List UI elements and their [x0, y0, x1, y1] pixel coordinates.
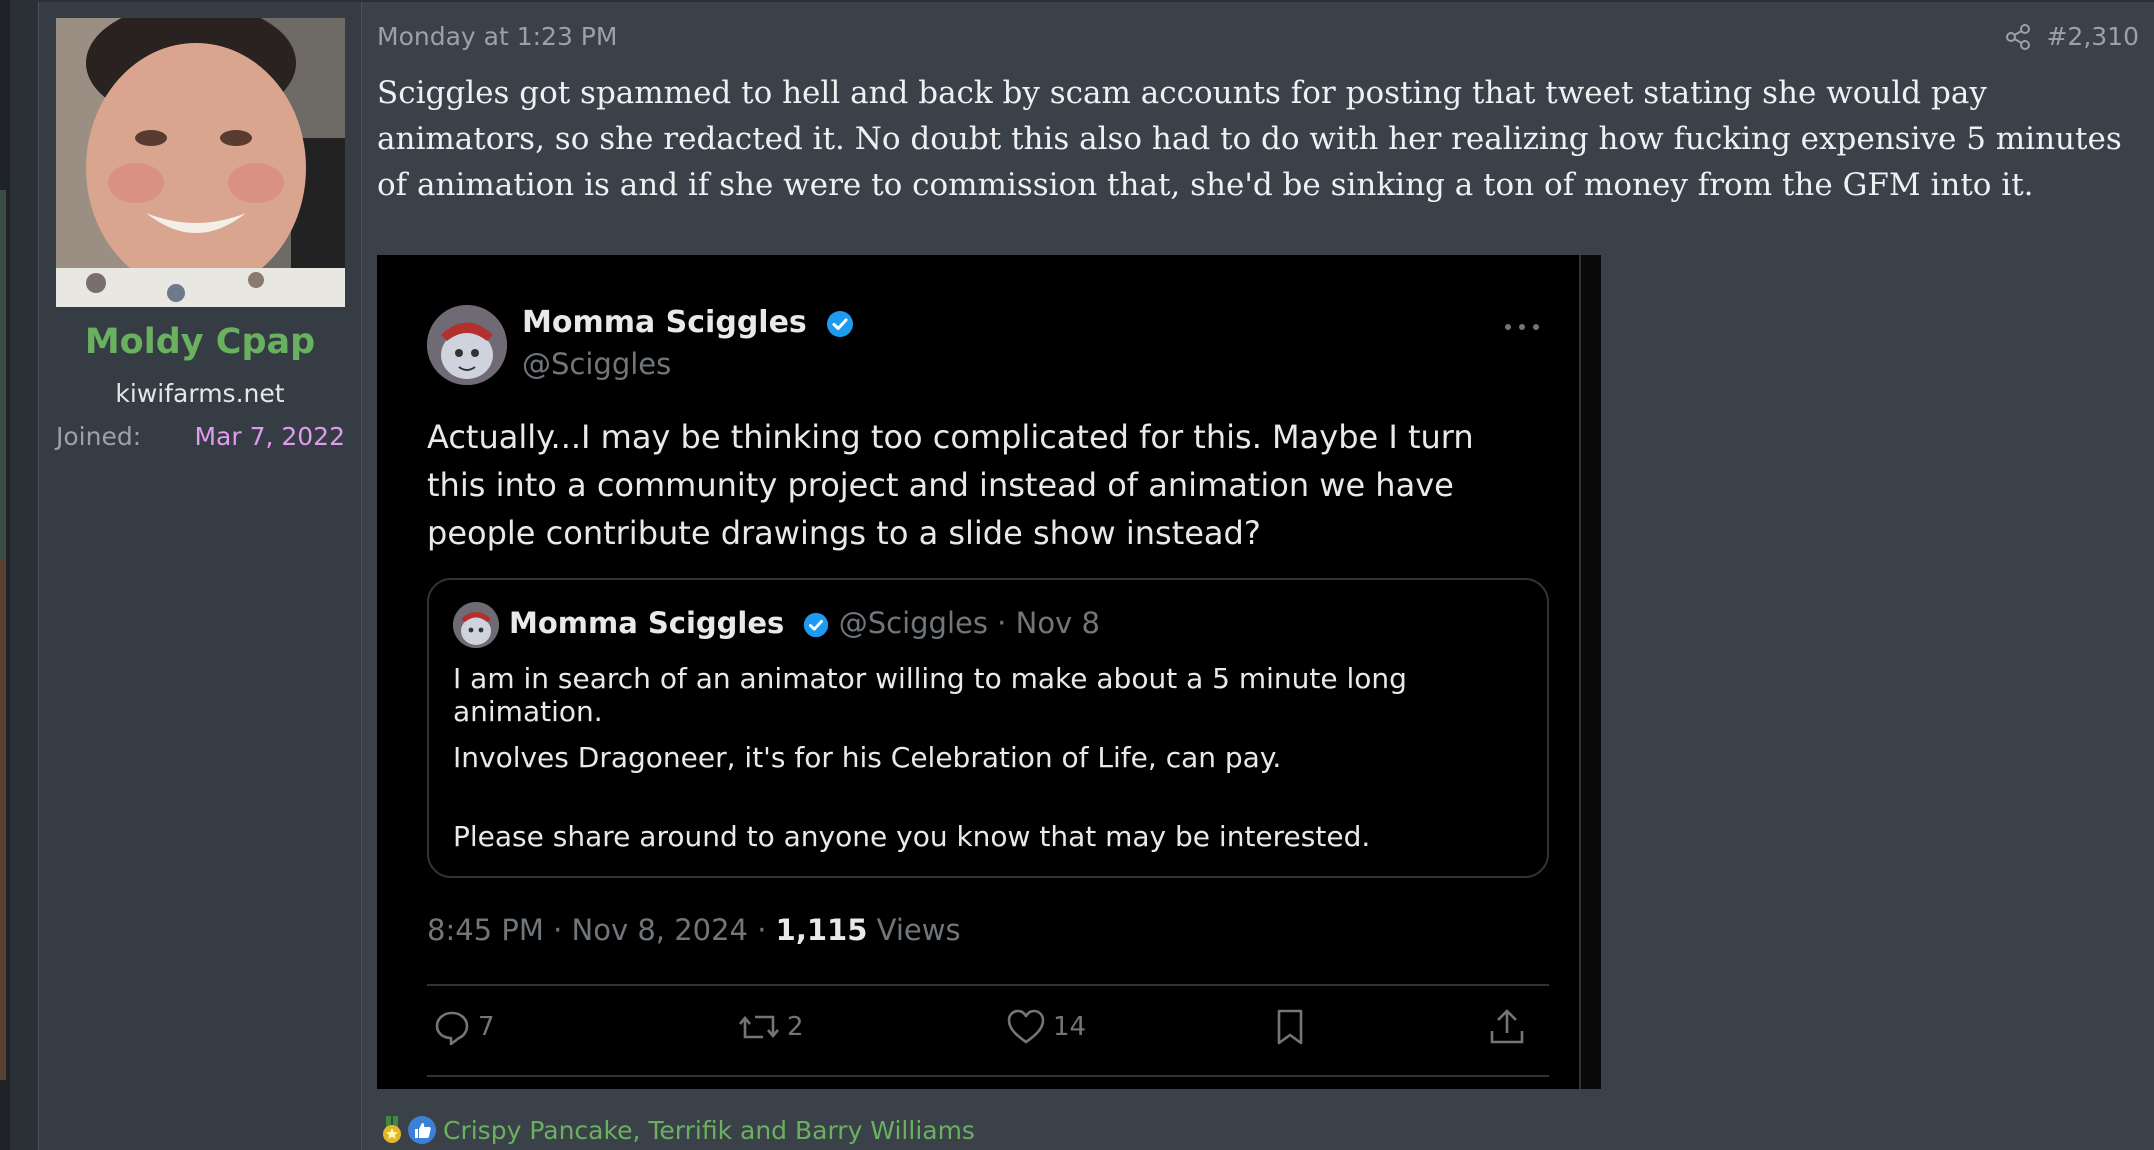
quoted-tweet: Momma Sciggles @Sciggles · Nov 8 I am in…: [427, 578, 1549, 878]
joined-label: Joined:: [56, 422, 142, 451]
verified-badge-icon: [827, 310, 854, 337]
quoted-author-avatar: [453, 602, 499, 648]
tweet-views-count: 1,115: [775, 913, 868, 947]
quoted-text-line-2: Involves Dragoneer, it's for his Celebra…: [453, 741, 1282, 774]
tweet-text: Actually...I may be thinking too complic…: [427, 418, 1474, 552]
tweet-timestamp: 8:45 PM · Nov 8, 2024 ·: [427, 913, 776, 947]
tweet-author-handle: @Sciggles: [522, 347, 672, 381]
reply-count: 7: [478, 1012, 495, 1042]
quoted-avatar-image: [453, 602, 499, 648]
quoted-author-name: Momma Sciggles: [509, 606, 785, 640]
tweet-author-avatar: [427, 305, 507, 385]
tweet-image-edge: [1579, 255, 1601, 1089]
like-reaction-icon: [408, 1116, 436, 1144]
quoted-verified-badge-icon: [803, 612, 828, 638]
like-count: 14: [1053, 1012, 1087, 1042]
tweet-author-name-text: Momma Sciggles: [522, 305, 807, 340]
heart-icon: [1007, 1009, 1045, 1044]
tweet-bottom-divider: [427, 1075, 1549, 1077]
post-timestamp[interactable]: Monday at 1:23 PM: [377, 22, 617, 51]
repost-action: 2: [737, 1007, 804, 1047]
post-body-text: Sciggles got spammed to hell and back by…: [377, 75, 2122, 203]
user-title: kiwifarms.net: [115, 379, 285, 408]
user-info-panel: Moldy Cpap kiwifarms.net Joined: Mar 7, …: [39, 2, 362, 1150]
username[interactable]: Moldy Cpap: [39, 322, 361, 362]
reply-icon: [435, 1011, 469, 1046]
forum-post: Moldy Cpap kiwifarms.net Joined: Mar 7, …: [38, 2, 2154, 1150]
tweet-author-name: Momma Sciggles: [522, 305, 855, 340]
tweet-divider: [427, 984, 1549, 986]
share-tweet-action: [1487, 1007, 1527, 1047]
repost-count: 2: [787, 1012, 804, 1042]
bookmark-action: [1272, 1007, 1308, 1047]
tweet-views-label: Views: [867, 913, 961, 947]
winner-medal-icon: [383, 1116, 401, 1143]
post-number[interactable]: #2,310: [2046, 22, 2139, 51]
left-edge: [0, 0, 10, 1150]
reactions-bar: Crispy Pancake, Terrifik and Barry Willi…: [377, 1112, 975, 1148]
more-options-icon: [1505, 324, 1539, 330]
like-action: 14: [1005, 1007, 1086, 1047]
user-avatar[interactable]: [56, 18, 345, 307]
quoted-header: Momma Sciggles @Sciggles · Nov 8: [509, 606, 1100, 640]
tweet-meta: 8:45 PM · Nov 8, 2024 · 1,115 Views: [427, 913, 961, 947]
share-icon[interactable]: [2003, 22, 2033, 52]
joined-date: Mar 7, 2022: [194, 422, 345, 451]
embedded-tweet-image: Momma Sciggles @Sciggles Actually...I ma…: [377, 255, 1601, 1089]
bookmark-icon: [1277, 1009, 1303, 1045]
avatar-image: [56, 18, 345, 307]
reaction-users-link[interactable]: Crispy Pancake, Terrifik and Barry Willi…: [443, 1116, 975, 1145]
quoted-handle-date: @Sciggles · Nov 8: [838, 606, 1100, 640]
upload-icon: [1490, 1009, 1524, 1044]
repost-icon: [739, 1015, 779, 1039]
quoted-text-line-1: I am in search of an animator willing to…: [453, 662, 1407, 728]
quoted-text-line-3: Please share around to anyone you know t…: [453, 820, 1371, 853]
reply-action: 7: [432, 1007, 495, 1047]
tweet-avatar-image: [427, 305, 507, 385]
